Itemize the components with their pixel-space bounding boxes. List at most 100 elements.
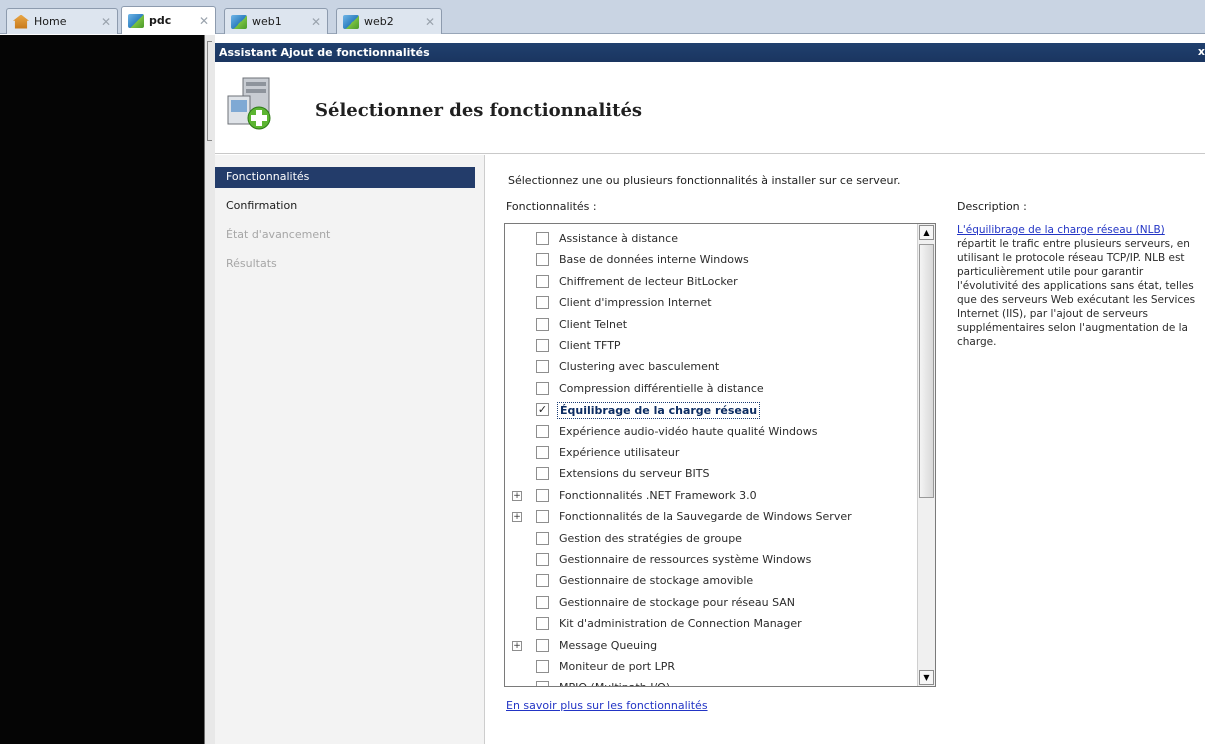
feature-row[interactable]: Extensions du serveur BITS	[505, 464, 917, 484]
feature-label: Client Telnet	[559, 317, 628, 331]
wizard-window-title: Assistant Ajout de fonctionnalités	[219, 46, 430, 59]
feature-checkbox[interactable]	[536, 617, 549, 631]
description-text: L'équilibrage de la charge réseau (NLB) …	[957, 223, 1202, 349]
vm-icon	[128, 13, 144, 28]
feature-checkbox[interactable]	[536, 531, 549, 545]
feature-checkbox[interactable]	[536, 317, 549, 331]
tab-web2[interactable]: web2 ✕	[336, 8, 442, 34]
scroll-up-button[interactable]: ▲	[919, 225, 934, 240]
close-icon[interactable]: ✕	[101, 15, 111, 29]
feature-checkbox[interactable]	[536, 381, 549, 395]
feature-row[interactable]: Compression différentielle à distance	[505, 379, 917, 399]
vm-icon	[231, 14, 247, 29]
feature-row[interactable]: + Message Queuing	[505, 636, 917, 656]
feature-label: Équilibrage de la charge réseau	[557, 402, 761, 420]
feature-checkbox[interactable]	[536, 360, 549, 374]
feature-checkbox[interactable]	[536, 296, 549, 310]
feature-checkbox[interactable]	[536, 274, 549, 288]
feature-row[interactable]: Client TFTP	[505, 336, 917, 356]
close-icon[interactable]: x	[1198, 45, 1205, 58]
feature-row[interactable]: ✓ Équilibrage de la charge réseau	[505, 400, 917, 420]
wizard-main: Sélectionnez une ou plusieurs fonctionna…	[486, 155, 1205, 744]
feature-label: Client d'impression Internet	[559, 296, 712, 310]
description-link[interactable]: L'équilibrage de la charge réseau (NLB)	[957, 224, 1165, 236]
nav-item-fonctionnalites[interactable]: Fonctionnalités	[215, 167, 475, 188]
feature-row[interactable]: Client d'impression Internet	[505, 293, 917, 313]
window-notch	[207, 41, 212, 141]
feature-row[interactable]: Kit d'administration de Connection Manag…	[505, 614, 917, 634]
expand-icon[interactable]: +	[512, 640, 522, 651]
feature-checkbox[interactable]	[536, 638, 549, 652]
feature-checkbox[interactable]	[536, 553, 549, 566]
feature-checkbox[interactable]	[536, 232, 549, 245]
tab-label: web2	[364, 15, 394, 28]
tab-pdc[interactable]: pdc ✕	[121, 6, 216, 34]
feature-label: Compression différentielle à distance	[559, 381, 764, 395]
feature-row[interactable]: Moniteur de port LPR	[505, 657, 917, 677]
feature-label: Chiffrement de lecteur BitLocker	[559, 274, 738, 288]
feature-row[interactable]: Expérience audio-vidéo haute qualité Win…	[505, 422, 917, 442]
feature-label: Extensions du serveur BITS	[559, 467, 710, 481]
feature-checkbox[interactable]	[536, 574, 549, 588]
feature-label: Clustering avec basculement	[559, 360, 720, 374]
close-icon[interactable]: ✕	[425, 15, 435, 29]
expand-icon[interactable]: +	[512, 512, 522, 523]
feature-label: Fonctionnalités .NET Framework 3.0	[559, 488, 757, 502]
features-label: Fonctionnalités :	[506, 200, 597, 213]
nav-item-confirmation[interactable]: Confirmation	[215, 196, 475, 217]
feature-row[interactable]: Base de données interne Windows	[505, 250, 917, 270]
page-title: Sélectionner des fonctionnalités	[315, 100, 643, 121]
feature-label: Moniteur de port LPR	[559, 660, 676, 673]
feature-label: MPIO (Multipath I/O)	[557, 680, 672, 686]
feature-row[interactable]: Gestionnaire de stockage pour réseau SAN	[505, 593, 917, 613]
learn-more-link[interactable]: En savoir plus sur les fonctionnalités	[506, 699, 708, 712]
feature-row[interactable]: Assistance à distance	[505, 229, 917, 249]
feature-row[interactable]: Client Telnet	[505, 315, 917, 335]
feature-checkbox[interactable]: ✓	[536, 403, 549, 417]
feature-checkbox[interactable]	[536, 488, 549, 502]
feature-row[interactable]: Chiffrement de lecteur BitLocker	[505, 272, 917, 292]
feature-checkbox[interactable]	[536, 467, 549, 481]
feature-label: Gestionnaire de stockage amovible	[559, 574, 754, 588]
description-body: répartit le trafic entre plusieurs serve…	[957, 238, 1196, 348]
feature-checkbox[interactable]	[536, 424, 549, 438]
intro-text: Sélectionnez une ou plusieurs fonctionna…	[508, 174, 901, 187]
features-list[interactable]: Assistance à distance Base de données int…	[504, 223, 936, 687]
tab-label: Home	[34, 15, 67, 28]
feature-checkbox[interactable]	[536, 446, 549, 459]
feature-label: Base de données interne Windows	[559, 253, 749, 267]
feature-checkbox[interactable]	[536, 510, 549, 524]
feature-label: Gestion des stratégies de groupe	[559, 531, 742, 545]
feature-row[interactable]: + Fonctionnalités .NET Framework 3.0	[505, 486, 917, 506]
close-icon[interactable]: ✕	[311, 15, 321, 29]
tab-label: pdc	[149, 14, 172, 27]
tab-web1[interactable]: web1 ✕	[224, 8, 328, 34]
feature-checkbox[interactable]	[536, 681, 549, 686]
feature-checkbox[interactable]	[536, 339, 549, 352]
feature-row[interactable]: MPIO (Multipath I/O)	[505, 678, 917, 686]
scrollbar[interactable]: ▲ ▼	[917, 224, 935, 686]
close-icon[interactable]: ✕	[199, 14, 209, 28]
tab-home[interactable]: Home ✕	[6, 8, 118, 34]
feature-row[interactable]: Gestion des stratégies de groupe	[505, 529, 917, 549]
feature-row[interactable]: Gestionnaire de stockage amovible	[505, 571, 917, 591]
feature-label: Fonctionnalités de la Sauvegarde de Wind…	[559, 510, 852, 524]
feature-label: Assistance à distance	[559, 232, 678, 245]
feature-checkbox[interactable]	[536, 660, 549, 673]
console-area	[0, 35, 204, 744]
feature-checkbox[interactable]	[536, 595, 549, 609]
scroll-thumb[interactable]	[919, 244, 934, 498]
nav-item-etat-avancement: État d'avancement	[226, 228, 331, 241]
feature-row[interactable]: Expérience utilisateur	[505, 443, 917, 463]
feature-checkbox[interactable]	[536, 253, 549, 267]
feature-label: Kit d'administration de Connection Manag…	[559, 617, 802, 631]
feature-label: Gestionnaire de stockage pour réseau SAN	[559, 595, 796, 609]
scroll-down-button[interactable]: ▼	[919, 670, 934, 685]
home-icon	[13, 14, 29, 29]
description-label: Description :	[957, 200, 1027, 213]
expand-icon[interactable]: +	[512, 490, 522, 501]
feature-row[interactable]: Clustering avec basculement	[505, 357, 917, 377]
feature-row[interactable]: + Fonctionnalités de la Sauvegarde de Win…	[505, 507, 917, 527]
wizard-header: Sélectionner des fonctionnalités	[215, 62, 1205, 154]
feature-row[interactable]: Gestionnaire de ressources système Windo…	[505, 550, 917, 570]
